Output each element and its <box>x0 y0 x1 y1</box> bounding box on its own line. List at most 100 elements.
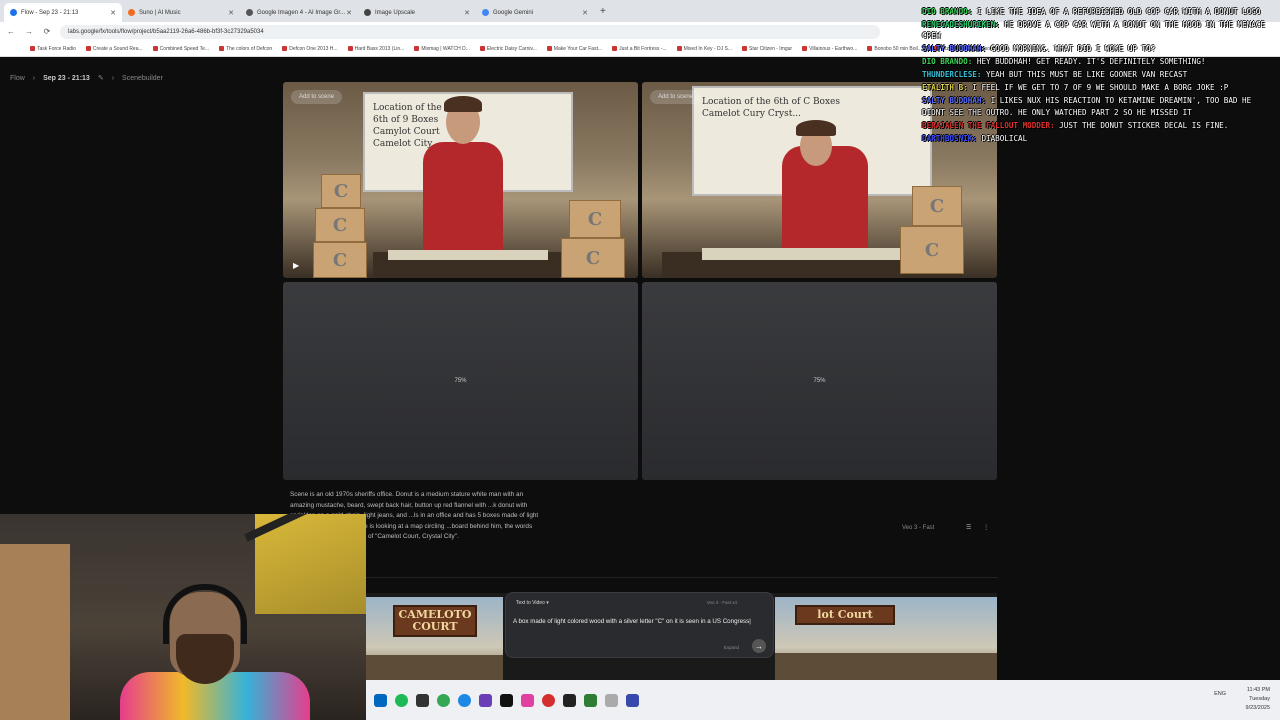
app-icon[interactable] <box>500 693 513 707</box>
bookmark-favicon-icon <box>867 46 873 51</box>
breadcrumb-project[interactable]: Sep 23 - 21:13 <box>43 75 90 82</box>
sheriff-hair <box>444 96 482 112</box>
breadcrumb-scenebuilder[interactable]: Scenebuilder <box>122 75 163 82</box>
language-indicator[interactable]: ENG <box>1214 690 1226 699</box>
chat-message: Salty Buddhah: Good morning. What did I … <box>922 43 1277 54</box>
wooden-box: C <box>313 242 367 278</box>
bookmark-item[interactable]: Bonobo 50 min Boil... <box>867 46 922 52</box>
bookmark-item[interactable]: Mixed In Key - DJ S... <box>676 46 732 52</box>
bookmark-label: Task Force Radio <box>37 45 76 52</box>
clock-time[interactable]: 11:43 PM <box>1246 686 1270 695</box>
app-icon[interactable] <box>605 693 618 707</box>
back-icon[interactable]: ← <box>6 27 16 36</box>
bookmark-favicon-icon <box>152 46 158 51</box>
headphones-icon <box>163 584 247 644</box>
bookmark-item[interactable]: Defcon One 2013 H... <box>282 45 338 52</box>
prompt-composer: Text to Video ▾ Veo 3 - Fast x4 A box ma… <box>505 592 774 658</box>
tab-upscale[interactable]: Image Upscale ✕ <box>358 3 476 22</box>
app-icon[interactable] <box>416 693 429 707</box>
tab-gemini[interactable]: Google Gemini ✕ <box>476 3 594 22</box>
add-to-scene-button[interactable]: Add to scene <box>291 90 343 104</box>
bookmark-item[interactable]: Just a Bit Fortress -... <box>612 46 667 52</box>
sheriff-figure <box>423 142 503 252</box>
bookmark-item[interactable]: Task Force Radio <box>30 46 76 52</box>
bookmark-label: Hard Bass 2013 (Lin... <box>354 45 405 52</box>
tab-imagen[interactable]: Google Imagen 4 - AI Image Gr... ✕ <box>240 3 358 22</box>
prompt-input[interactable]: A box made of light colored wood with a … <box>513 617 765 627</box>
close-tab-icon[interactable]: ✕ <box>110 9 116 17</box>
wooden-box: C <box>561 238 625 278</box>
imagen-favicon-icon <box>246 9 253 16</box>
bookmark-favicon-icon <box>414 46 420 51</box>
close-tab-icon[interactable]: ✕ <box>228 9 234 17</box>
more-options-icon[interactable]: ⋮ <box>983 525 989 531</box>
wooden-box: C <box>315 208 365 242</box>
bookmark-item[interactable]: Combined Speed Te... <box>152 46 209 52</box>
system-tray: ENG 11:43 PM Tuesday 9/23/2025 <box>1214 686 1270 713</box>
send-button[interactable]: → <box>752 639 766 653</box>
wooden-box: C <box>900 226 964 274</box>
list-icon[interactable]: ☰ <box>966 525 971 531</box>
app-icon[interactable] <box>584 693 597 707</box>
chat-username: Dio Brando: <box>922 57 973 67</box>
app-icon[interactable] <box>563 693 576 707</box>
tab-label: Image Upscale <box>375 9 416 16</box>
mode-dropdown[interactable]: Text to Video ▾ <box>516 600 549 606</box>
chat-message: Thunderclese: Yeah but this must be like… <box>922 69 1277 80</box>
bookmark-item[interactable]: Electric Daisy Carniv... <box>479 46 537 52</box>
bookmark-item[interactable]: Star Citizen - Imgur <box>742 46 792 52</box>
tab-suno[interactable]: Suno | AI Music ✕ <box>122 3 240 22</box>
app-icon[interactable] <box>626 693 639 707</box>
model-selector[interactable]: Veo 3 - Fast x4 <box>707 600 737 605</box>
app-icon[interactable] <box>521 693 534 707</box>
app-icon[interactable] <box>542 693 555 707</box>
generating-clip-2: 75% <box>642 282 997 480</box>
play-icon[interactable]: ▶ <box>293 261 299 270</box>
bookmark-item[interactable]: Create a Sound Rea... <box>85 46 143 52</box>
chat-message: Dio Brando: I like the idea of a refurbi… <box>922 6 1277 17</box>
chevron-right-icon: › <box>111 74 115 82</box>
chat-message: DarthBosnik: Diabolical <box>922 133 1277 144</box>
chat-username: RenegadeShuriken: <box>922 20 1000 29</box>
bookmark-item[interactable]: The colors of Defcon <box>219 46 272 52</box>
bookmark-item[interactable]: Villainous - Earthwo... <box>802 46 857 52</box>
court-sign: CAMELOTO COURT <box>393 605 477 637</box>
forward-icon[interactable]: → <box>24 27 34 36</box>
building <box>365 655 503 681</box>
pencil-icon[interactable]: ✎ <box>98 74 104 82</box>
tab-flow[interactable]: Flow - Sep 23 - 21:13 ✕ <box>4 3 122 22</box>
app-icon[interactable] <box>479 693 492 707</box>
app-icon[interactable] <box>374 693 387 707</box>
court-image-2[interactable]: lot Court <box>775 597 997 681</box>
spotify-icon[interactable] <box>395 693 408 707</box>
desk-map <box>388 250 548 260</box>
bookmark-item[interactable]: Mixmag | WATCH D... <box>414 46 470 52</box>
bookmark-item[interactable]: Hard Bass 2013 (Lin... <box>347 45 405 52</box>
bookmark-label: Villainous - Earthwo... <box>809 45 858 52</box>
close-tab-icon[interactable]: ✕ <box>346 9 352 17</box>
progress-label: 75% <box>813 378 826 384</box>
bookmark-item[interactable]: Make Your Car Fast... <box>546 45 603 52</box>
close-tab-icon[interactable]: ✕ <box>464 9 470 17</box>
video-clip-1[interactable]: Location of the 6th of 9 Boxes Camylot C… <box>283 82 638 278</box>
tab-label: Suno | AI Music <box>139 9 181 16</box>
expand-button[interactable]: Expand <box>724 645 739 650</box>
add-to-scene-button[interactable]: Add to scene <box>650 90 702 104</box>
bookmark-label: Defcon One 2013 H... <box>289 45 338 52</box>
tab-label: Flow - Sep 23 - 21:13 <box>21 9 79 16</box>
app-icon[interactable] <box>458 693 471 707</box>
url-field[interactable]: labs.google/fx/tools/flow/project/b5aa21… <box>60 24 880 39</box>
new-tab-button[interactable]: + <box>594 6 612 17</box>
bookmark-label: Bonobo 50 min Boil... <box>874 45 922 52</box>
reload-icon[interactable]: ⟳ <box>42 27 52 36</box>
chat-username: Salty Buddhah: <box>922 96 987 106</box>
clock-date: 9/23/2025 <box>1245 705 1270 711</box>
court-image-1[interactable]: CAMELOTO COURT <box>365 597 503 681</box>
chrome-icon[interactable] <box>437 693 450 707</box>
clock-day: Tuesday <box>1249 696 1270 702</box>
url-text: labs.google/fx/tools/flow/project/b5aa21… <box>68 28 264 35</box>
bookmark-label: Make Your Car Fast... <box>553 45 603 52</box>
breadcrumb-flow[interactable]: Flow <box>10 75 25 82</box>
chat-message: RenegadeShuriken: he drove a cop car wit… <box>922 19 1277 42</box>
close-tab-icon[interactable]: ✕ <box>582 9 588 17</box>
